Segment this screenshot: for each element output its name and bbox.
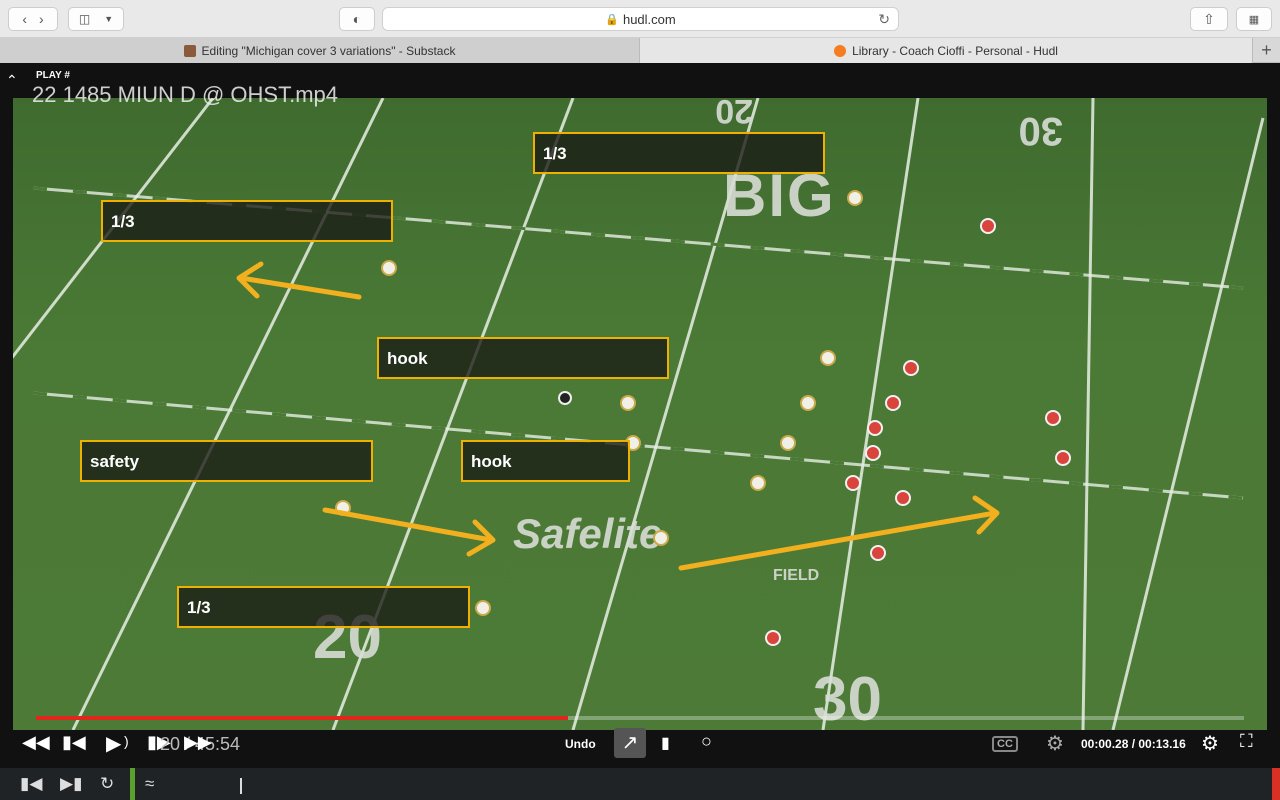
settings-icon[interactable]: ⚙ bbox=[1046, 731, 1064, 756]
back-forward-buttons[interactable]: ‹ › bbox=[8, 7, 58, 31]
previous-clip-icon[interactable]: ▮◀ bbox=[20, 774, 42, 794]
shield-icon: ◐ bbox=[352, 11, 362, 27]
next-clip-icon[interactable]: ▶▮ bbox=[60, 774, 82, 794]
rewind-icon[interactable]: ◀◀ bbox=[22, 732, 50, 753]
browser-toolbar: ‹ › ◫ ▼ ◐ 🔒 hudl.com ↻ ⇧ ▦ bbox=[0, 0, 1280, 38]
annotation-box[interactable]: 1/3 bbox=[533, 132, 825, 174]
field-number: 30 bbox=[1019, 109, 1064, 153]
volume-icon[interactable]: ) bbox=[124, 733, 129, 749]
play-number-label: PLAY # bbox=[36, 70, 70, 81]
video-filename: 22 1485 MIUN D @ OHST.mp4 bbox=[32, 82, 338, 107]
field-number: 20 bbox=[715, 98, 753, 130]
sidebar-button[interactable]: ◫ ▼ bbox=[68, 7, 124, 31]
privacy-button[interactable]: ◐ bbox=[339, 7, 375, 31]
forward-icon[interactable]: › bbox=[39, 11, 44, 27]
play-icon[interactable]: ▶ bbox=[106, 731, 121, 756]
hudl-favicon-icon bbox=[834, 44, 847, 57]
share-icon: ⇧ bbox=[1203, 10, 1215, 27]
circle-tool-icon[interactable]: ○ bbox=[701, 731, 712, 752]
progress-bar[interactable] bbox=[36, 716, 1244, 720]
new-tab-button[interactable]: + bbox=[1252, 38, 1280, 63]
step-back-icon[interactable]: ▮◀ bbox=[62, 732, 86, 753]
field-sponsor-sub: FIELD bbox=[773, 567, 819, 584]
field-sponsor: Safelite bbox=[513, 510, 662, 557]
arrow-tool-icon[interactable]: ↗ bbox=[614, 728, 646, 758]
gear-icon[interactable]: ⚙ bbox=[1201, 731, 1219, 756]
substack-favicon-icon bbox=[183, 44, 196, 57]
loop-icon[interactable]: ↻ bbox=[100, 774, 114, 794]
record-indicator bbox=[1272, 768, 1280, 800]
lock-icon: 🔒 bbox=[605, 13, 619, 26]
field-drawing: 20 30 30 20 BIG Safelite FIELD bbox=[13, 98, 1265, 730]
annotation-box[interactable]: 1/3 bbox=[177, 586, 470, 628]
url-text: hudl.com bbox=[622, 11, 676, 27]
player-controls: ◀◀ ▮◀ ▶ ) ▮▶ 20 / 45:54 ▶▶ Undo ↗ ▮ ○ CC… bbox=[0, 728, 1280, 768]
sidebar-icon: ◫ bbox=[78, 12, 91, 26]
progress-fill bbox=[36, 716, 568, 720]
clip-marker bbox=[130, 768, 135, 800]
video-frame[interactable]: 20 30 30 20 BIG Safelite FIELD bbox=[13, 98, 1267, 730]
tab-title: Library - Coach Cioffi - Personal - Hudl bbox=[852, 43, 1058, 58]
tab-hudl[interactable]: Library - Coach Cioffi - Personal - Hudl bbox=[640, 38, 1252, 63]
hudl-logo-icon: ≈ bbox=[145, 774, 155, 793]
tab-overview-button[interactable]: ▦ bbox=[1236, 7, 1272, 31]
captions-button[interactable]: CC bbox=[992, 736, 1018, 752]
share-button[interactable]: ⇧ bbox=[1190, 7, 1228, 31]
timeline-cursor bbox=[240, 778, 242, 794]
grid-icon: ▦ bbox=[1248, 13, 1260, 26]
clip-navigation-bar: ▮◀ ▶▮ ↻ ≈ bbox=[0, 768, 1280, 800]
video-time: 00:00.28 / 00:13.16 bbox=[1081, 737, 1186, 751]
collapse-icon[interactable]: ⌃ bbox=[6, 72, 18, 89]
tab-substack[interactable]: Editing "Michigan cover 3 variations" - … bbox=[0, 38, 640, 63]
address-bar[interactable]: 🔒 hudl.com ↻ bbox=[382, 7, 899, 31]
reload-icon[interactable]: ↻ bbox=[878, 11, 890, 28]
field-number: 30 bbox=[813, 665, 882, 730]
tab-title: Editing "Michigan cover 3 variations" - … bbox=[201, 43, 456, 58]
annotation-box[interactable]: 1/3 bbox=[101, 200, 393, 242]
comment-tool-icon[interactable]: ▮ bbox=[661, 733, 670, 753]
tab-bar: Editing "Michigan cover 3 variations" - … bbox=[0, 38, 1280, 63]
back-icon[interactable]: ‹ bbox=[22, 11, 27, 27]
annotation-box[interactable]: safety bbox=[80, 440, 373, 482]
video-player: 20 30 30 20 BIG Safelite FIELD ⌃ PLAY # … bbox=[0, 63, 1280, 768]
fullscreen-icon[interactable]: ⛶ bbox=[1240, 731, 1253, 752]
annotation-box[interactable]: hook bbox=[461, 440, 630, 482]
annotation-box[interactable]: hook bbox=[377, 337, 669, 379]
fast-forward-icon[interactable]: ▶▶ bbox=[184, 732, 212, 753]
undo-button[interactable]: Undo bbox=[565, 737, 596, 751]
chevron-down-icon: ▼ bbox=[104, 14, 114, 24]
